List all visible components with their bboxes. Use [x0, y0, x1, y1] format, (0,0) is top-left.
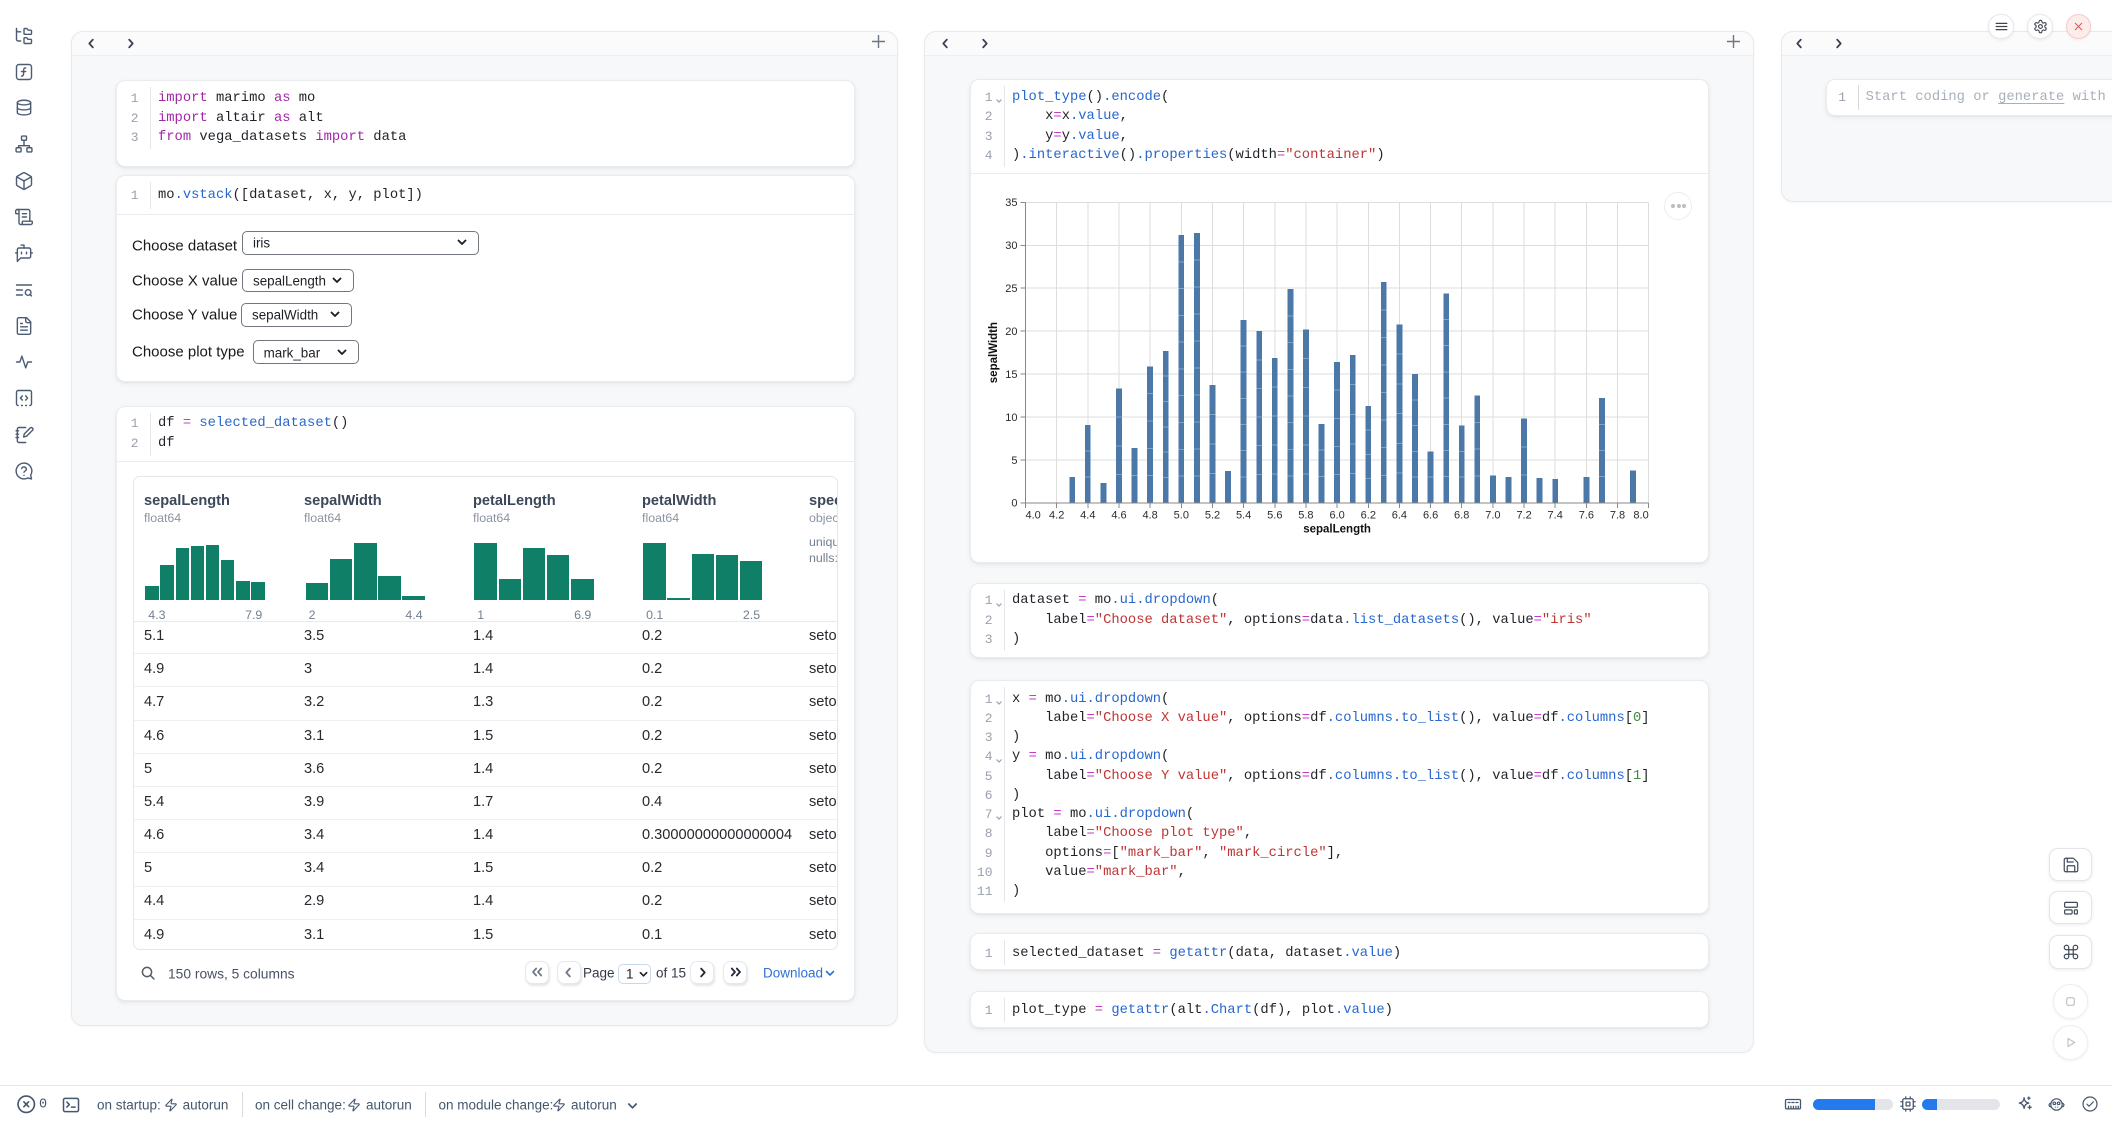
svg-text:4.8: 4.8	[1142, 510, 1157, 522]
svg-text:5: 5	[1011, 455, 1017, 467]
svg-text:0: 0	[1011, 498, 1017, 510]
svg-text:7.0: 7.0	[1485, 510, 1500, 522]
svg-text:30: 30	[1005, 240, 1017, 252]
svg-text:15: 15	[1005, 369, 1017, 381]
svg-text:4.0: 4.0	[1026, 510, 1041, 522]
svg-text:6.4: 6.4	[1392, 510, 1407, 522]
svg-text:6.8: 6.8	[1454, 510, 1469, 522]
svg-text:4.6: 4.6	[1111, 510, 1126, 522]
svg-text:5.0: 5.0	[1174, 510, 1189, 522]
svg-text:6.6: 6.6	[1423, 510, 1438, 522]
svg-text:6.2: 6.2	[1361, 510, 1376, 522]
svg-text:5.2: 5.2	[1205, 510, 1220, 522]
svg-text:7.2: 7.2	[1516, 510, 1531, 522]
svg-text:5.4: 5.4	[1236, 510, 1251, 522]
svg-text:4.4: 4.4	[1080, 510, 1095, 522]
svg-text:sepalWidth: sepalWidth	[988, 322, 1000, 383]
svg-text:5.6: 5.6	[1267, 510, 1282, 522]
svg-text:7.4: 7.4	[1548, 510, 1563, 522]
svg-text:6.0: 6.0	[1329, 510, 1344, 522]
svg-text:35: 35	[1005, 197, 1017, 209]
svg-text:8.0: 8.0	[1633, 510, 1648, 522]
svg-text:5.8: 5.8	[1298, 510, 1313, 522]
svg-text:25: 25	[1005, 283, 1017, 295]
svg-text:20: 20	[1005, 326, 1017, 338]
svg-text:4.2: 4.2	[1049, 510, 1064, 522]
svg-text:sepalLength: sepalLength	[1303, 523, 1371, 535]
svg-text:10: 10	[1005, 412, 1017, 424]
svg-text:7.8: 7.8	[1610, 510, 1625, 522]
svg-text:7.6: 7.6	[1579, 510, 1594, 522]
